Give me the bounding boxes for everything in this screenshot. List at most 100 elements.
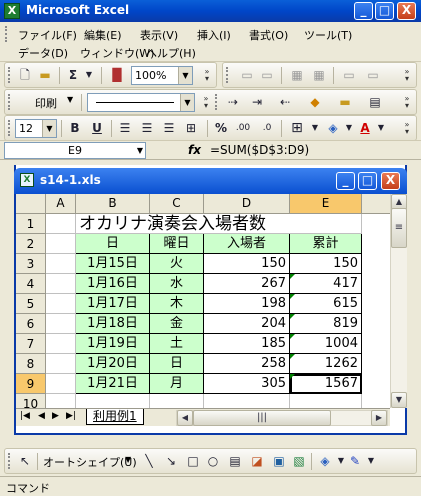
cumulative-cell[interactable]: 1004 [290,334,362,354]
active-cell-e9[interactable]: 1567 [290,374,362,394]
sheet-tab-active[interactable]: 利用例1 [86,409,144,425]
weekday-cell[interactable]: 日 [150,354,204,374]
column-header-d[interactable]: D [204,194,290,214]
arrow-icon[interactable]: ↘ [161,452,181,470]
line-color-dropdown-icon[interactable]: ▼ [361,452,381,470]
cumulative-cell[interactable]: 1262 [290,354,362,374]
attendance-cell[interactable]: 258 [204,354,290,374]
date-cell[interactable]: 1月17日 [76,294,150,314]
reviewing-icon[interactable]: ▭ [257,66,277,84]
menu-file[interactable]: ファイル(F) [18,27,77,43]
toolbar-grip[interactable] [8,67,11,83]
reviewing-icon[interactable]: ▦ [309,66,329,84]
maximize-button[interactable]: □ [375,2,394,20]
toolbar-grip[interactable] [8,453,11,469]
circle-invalid-icon[interactable]: ▤ [365,93,385,111]
cell[interactable] [46,234,76,254]
new-comment-icon[interactable]: ▬ [335,93,355,111]
next-sheet-icon[interactable]: ▶ [52,411,59,421]
font-color-dropdown-icon[interactable]: ▼ [371,119,391,137]
row-header[interactable]: 4 [16,274,46,294]
open-folder-icon[interactable]: ▬ [35,66,55,84]
cumulative-cell[interactable]: 150 [290,254,362,274]
scroll-right-icon[interactable]: ▶ [371,410,387,426]
date-cell[interactable]: 1月15日 [76,254,150,274]
align-center-icon[interactable]: ☰ [137,119,157,137]
select-all-corner[interactable] [16,194,46,214]
weekday-cell[interactable]: 土 [150,334,204,354]
zoom-combo[interactable]: 100% ▼ [131,66,193,85]
row-header[interactable]: 9 [16,374,46,394]
weekday-cell[interactable]: 金 [150,314,204,334]
cell[interactable] [290,214,362,234]
menu-grip[interactable] [5,26,8,42]
attendance-cell[interactable]: 204 [204,314,290,334]
column-header-e[interactable]: E [290,194,362,214]
menu-edit[interactable]: 編集(E) [84,27,122,43]
attendance-cell[interactable]: 305 [204,374,290,394]
error-indicator-icon[interactable] [290,314,295,319]
cell[interactable] [46,214,76,234]
text-box-icon[interactable]: ▤ [225,452,245,470]
error-indicator-icon[interactable] [290,374,295,379]
merge-center-icon[interactable]: ⊞ [181,119,201,137]
menu-window[interactable]: ウィンドウ(W) [80,45,154,61]
cumulative-cell[interactable]: 819 [290,314,362,334]
vertical-scrollbar[interactable]: ▲ ≡ ▼ [390,194,407,408]
percent-style-button[interactable]: % [211,119,231,137]
toolbar-grip[interactable] [215,94,218,110]
column-header-b[interactable]: B [76,194,150,214]
row-header[interactable]: 1 [16,214,46,234]
insert-function-icon[interactable]: fx [188,143,201,157]
row-header[interactable]: 7 [16,334,46,354]
chart-wizard-icon[interactable]: ▐▌ [107,66,127,84]
cell[interactable] [46,294,76,314]
close-button[interactable]: X [397,2,416,20]
toolbar-grip[interactable] [226,67,229,83]
scroll-thumb[interactable]: ≡ [391,208,407,248]
toolbar-options-icon[interactable]: » ▾ [203,68,211,83]
menu-format[interactable]: 書式(O) [249,27,288,43]
date-cell[interactable]: 1月19日 [76,334,150,354]
oval-icon[interactable]: ○ [203,452,223,470]
increase-decimal-icon[interactable]: .00 [233,119,253,137]
clip-art-icon[interactable]: ▣ [269,452,289,470]
cell[interactable] [46,394,76,408]
header-cell-date[interactable]: 日 [76,234,150,254]
first-sheet-icon[interactable]: |◀ [20,411,30,421]
autosum-dropdown-icon[interactable]: ▼ [79,66,99,84]
cell[interactable] [150,394,204,408]
underline-button[interactable]: U [87,119,107,137]
toolbar-options-icon[interactable]: » ▾ [202,95,210,110]
cell[interactable] [46,254,76,274]
toolbar-options-icon[interactable]: » ▾ [403,68,411,83]
workbook-restore-button[interactable]: □ [358,172,377,190]
weekday-cell[interactable]: 水 [150,274,204,294]
toolbar-options-icon[interactable]: » ▾ [403,121,411,136]
h-scroll-thumb[interactable]: ||| [193,410,331,426]
new-document-icon[interactable]: 🗋 [15,66,35,84]
cell[interactable] [46,314,76,334]
menu-insert[interactable]: 挿入(I) [197,27,231,43]
date-cell[interactable]: 1月16日 [76,274,150,294]
attendance-cell[interactable]: 185 [204,334,290,354]
reviewing-icon[interactable]: ▭ [237,66,257,84]
reviewing-icon[interactable]: ▦ [287,66,307,84]
trace-dependents-icon[interactable]: ⇥ [247,93,267,111]
error-indicator-icon[interactable] [290,294,295,299]
weekday-cell[interactable]: 火 [150,254,204,274]
select-objects-icon[interactable]: ↖ [15,452,35,470]
rectangle-icon[interactable]: □ [183,452,203,470]
chevron-down-icon[interactable]: ▼ [42,120,56,137]
weekday-cell[interactable]: 木 [150,294,204,314]
horizontal-scrollbar[interactable]: ◀ ||| ▶ [176,410,388,426]
cell[interactable] [46,334,76,354]
error-indicator-icon[interactable] [290,354,295,359]
worksheet-grid[interactable]: A B C D E 1 2 3 4 5 6 7 8 9 10 オカリナ演奏会入場… [16,194,390,408]
row-header[interactable]: 6 [16,314,46,334]
trace-precedents-icon[interactable]: ⇢ [223,93,243,111]
cell[interactable] [46,374,76,394]
toolbar-options-icon[interactable]: » ▾ [403,95,411,110]
sheet-title-cell[interactable]: オカリナ演奏会入場者数 [76,214,290,234]
header-cell-attendance[interactable]: 入場者 [204,234,290,254]
